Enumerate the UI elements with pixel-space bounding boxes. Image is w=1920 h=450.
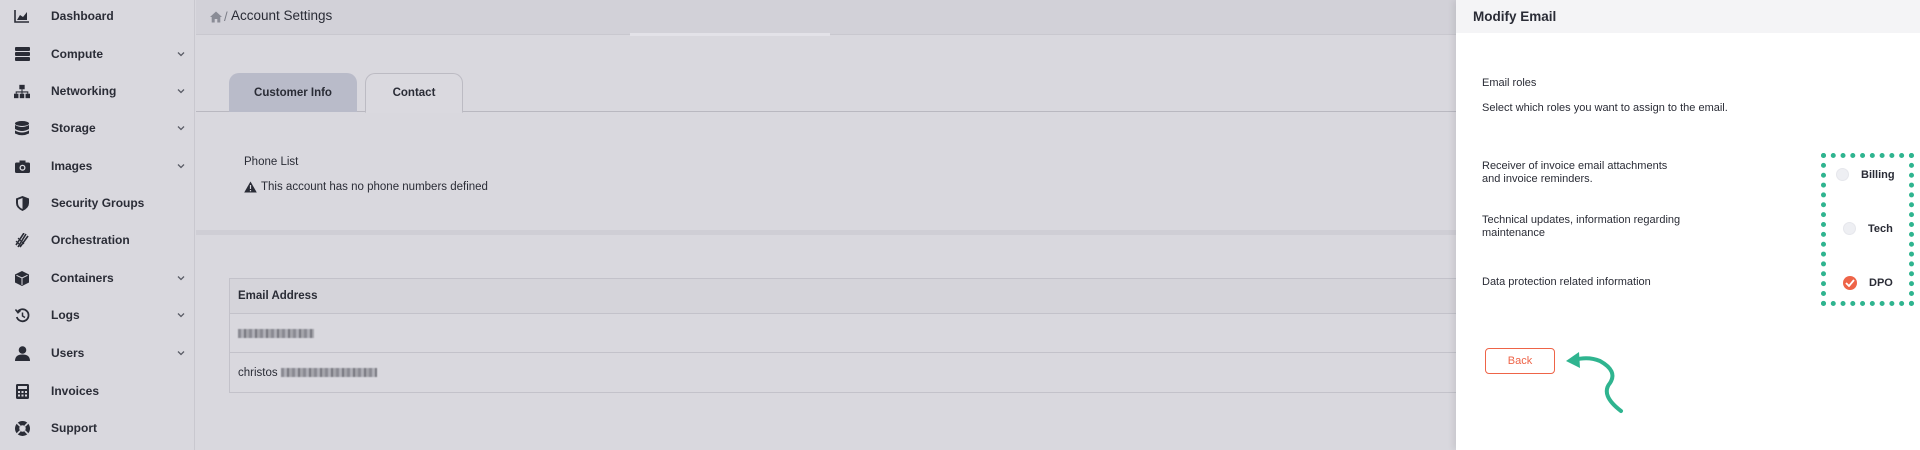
role-description-dpo: Data protection related information xyxy=(1482,276,1692,289)
history-icon xyxy=(14,307,30,323)
table-row[interactable] xyxy=(230,314,1456,353)
panel-title: Modify Email xyxy=(1456,0,1920,33)
database-icon xyxy=(14,120,30,136)
phone-list-title: Phone List xyxy=(244,156,299,168)
sidebar-item-label: Compute xyxy=(51,47,103,61)
tab-bar: Customer Info Contact xyxy=(196,72,1456,113)
sidebar-item-label: Security Groups xyxy=(51,196,145,210)
role-description-line: Receiver of invoice email attachments xyxy=(1482,160,1668,172)
sidebar-item-label: Orchestration xyxy=(51,233,130,247)
role-description-tech: Technical updates, information regarding… xyxy=(1482,214,1692,240)
breadcrumb-separator: / xyxy=(224,9,228,24)
sidebar-item-label: Users xyxy=(51,346,85,360)
chevron-down-icon xyxy=(177,351,185,356)
sidebar-item-invoices[interactable]: Invoices xyxy=(0,373,195,409)
sidebar-item-label: Containers xyxy=(51,271,114,285)
sidebar-item-label: Dashboard xyxy=(51,9,114,23)
section-title: Email roles xyxy=(1482,77,1537,89)
section-subtitle: Select which roles you want to assign to… xyxy=(1482,102,1728,114)
role-description-line: Data protection related information xyxy=(1482,276,1651,288)
sidebar-item-logs[interactable]: Logs xyxy=(0,297,195,333)
sidebar-item-label: Invoices xyxy=(51,384,100,398)
chart-area-icon xyxy=(14,8,30,24)
back-button[interactable]: Back xyxy=(1485,348,1555,374)
lifebuoy-icon xyxy=(14,420,30,436)
sidebar-item-dashboard[interactable]: Dashboard xyxy=(0,0,195,34)
calculator-icon xyxy=(14,383,30,399)
home-icon[interactable] xyxy=(210,11,222,23)
sidebar-item-label: Storage xyxy=(51,121,96,135)
sidebar: Dashboard Compute Networking Storage Ima… xyxy=(0,0,195,450)
network-icon xyxy=(14,83,30,99)
sidebar-item-containers[interactable]: Containers xyxy=(0,260,195,296)
phone-list-section: Phone List This account has no phone num… xyxy=(196,113,1456,230)
email-prefix: christos xyxy=(238,366,278,379)
chevron-down-icon xyxy=(177,126,185,131)
chevron-down-icon xyxy=(177,313,185,318)
phone-list-empty-message: This account has no phone numbers define… xyxy=(244,181,488,193)
sidebar-item-users[interactable]: Users xyxy=(0,335,195,371)
empty-message-text: This account has no phone numbers define… xyxy=(261,181,488,193)
chevron-down-icon xyxy=(177,276,185,281)
chevron-down-icon xyxy=(177,52,185,57)
breadcrumb: / Account Settings xyxy=(196,0,1456,35)
tab-contact[interactable]: Contact xyxy=(365,73,463,113)
orchestration-icon xyxy=(14,232,30,248)
section-divider xyxy=(196,230,1456,235)
sidebar-item-networking[interactable]: Networking xyxy=(0,73,195,109)
cube-icon xyxy=(14,270,30,286)
user-icon xyxy=(14,345,30,361)
sidebar-item-storage[interactable]: Storage xyxy=(0,110,195,146)
sidebar-item-label: Logs xyxy=(51,308,80,322)
annotation-arrow-icon xyxy=(1566,352,1623,413)
chevron-down-icon xyxy=(177,89,185,94)
warning-icon xyxy=(244,181,257,193)
redacted-email xyxy=(280,368,377,377)
server-icon xyxy=(14,46,30,62)
sidebar-item-orchestration[interactable]: Orchestration xyxy=(0,222,195,258)
shield-icon xyxy=(14,195,30,211)
sidebar-item-label: Networking xyxy=(51,84,117,98)
role-description-billing: Receiver of invoice email attachments an… xyxy=(1482,160,1692,186)
redacted-email xyxy=(238,328,314,338)
chevron-down-icon xyxy=(177,164,185,169)
sidebar-item-security-groups[interactable]: Security Groups xyxy=(0,185,195,221)
divider xyxy=(630,33,830,36)
page-title: Account Settings xyxy=(231,8,333,23)
table-row[interactable]: christos xyxy=(230,353,1456,392)
role-description-line: maintenance xyxy=(1482,227,1545,239)
sidebar-item-images[interactable]: Images xyxy=(0,148,195,184)
email-table: Email Address christos xyxy=(229,278,1456,393)
role-description-line: Technical updates, information regarding xyxy=(1482,214,1681,226)
camera-icon xyxy=(14,158,30,174)
sidebar-item-support[interactable]: Support xyxy=(0,410,195,446)
roles-highlight-box xyxy=(1821,153,1914,306)
sidebar-item-label: Support xyxy=(51,421,97,435)
sidebar-item-compute[interactable]: Compute xyxy=(0,36,195,72)
modify-email-panel: Modify Email Email roles Select which ro… xyxy=(1456,0,1920,450)
email-column-header: Email Address xyxy=(230,279,1456,314)
role-description-line: and invoice reminders. xyxy=(1482,173,1593,185)
sidebar-item-label: Images xyxy=(51,159,93,173)
tab-customer-info[interactable]: Customer Info xyxy=(229,73,357,112)
